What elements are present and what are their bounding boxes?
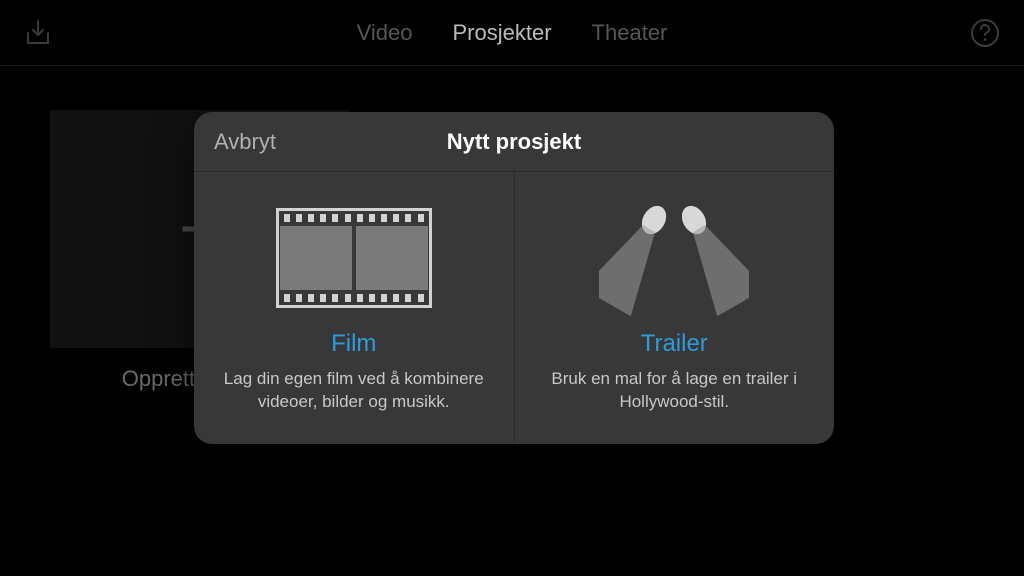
top-tabs: Video Prosjekter Theater bbox=[357, 20, 668, 46]
spotlights-icon bbox=[599, 198, 749, 318]
option-trailer-title: Trailer bbox=[641, 330, 708, 358]
option-trailer[interactable]: Trailer Bruk en mal for å lage en traile… bbox=[514, 172, 835, 444]
top-bar: Video Prosjekter Theater bbox=[0, 0, 1024, 66]
modal-header: Avbryt Nytt prosjekt bbox=[194, 112, 834, 172]
tab-theater[interactable]: Theater bbox=[592, 20, 668, 46]
cancel-button[interactable]: Avbryt bbox=[214, 129, 276, 155]
modal-title: Nytt prosjekt bbox=[447, 129, 581, 155]
tab-projects[interactable]: Prosjekter bbox=[453, 20, 552, 46]
filmstrip-icon bbox=[276, 198, 432, 318]
tab-video[interactable]: Video bbox=[357, 20, 413, 46]
option-movie-desc: Lag din egen film ved å kombinere videoe… bbox=[218, 368, 490, 414]
new-project-modal: Avbryt Nytt prosjekt Film Lag din egen f… bbox=[194, 112, 834, 444]
help-icon[interactable] bbox=[970, 18, 1000, 48]
import-icon[interactable] bbox=[24, 19, 52, 47]
modal-body: Film Lag din egen film ved å kombinere v… bbox=[194, 172, 834, 444]
option-movie[interactable]: Film Lag din egen film ved å kombinere v… bbox=[194, 172, 514, 444]
option-movie-title: Film bbox=[331, 330, 376, 358]
option-trailer-desc: Bruk en mal for å lage en trailer i Holl… bbox=[539, 368, 811, 414]
